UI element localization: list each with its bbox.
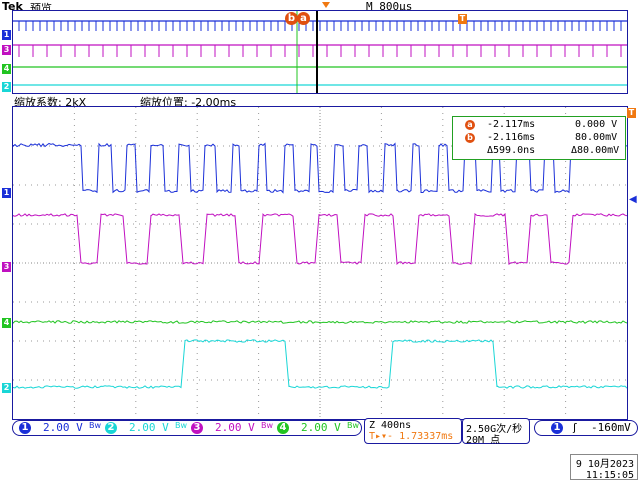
trigger-marker-icon[interactable]: T (458, 14, 467, 24)
cursor-b-value: 80.00mV (575, 132, 617, 143)
ch3-overview-tag: 3 (2, 45, 11, 55)
cursor-a-marker[interactable]: a (297, 12, 310, 25)
ch1-ground-tag[interactable]: 1 (2, 188, 11, 198)
time: 11:15:05 (571, 470, 637, 481)
date: 9 10月2023 (571, 455, 637, 470)
cursor-b-time: -2.116ms (487, 132, 535, 143)
ch2-bandwidth-icon: Bw (175, 421, 187, 430)
trigger-position-marker[interactable] (322, 2, 330, 8)
overview-waveforms (13, 11, 627, 93)
trigger-corner-icon: T (627, 108, 636, 118)
trigger-slope-icon: ʃ (573, 421, 577, 434)
zoom-timebase: Z 400ns (369, 420, 411, 431)
ch4-ground-tag[interactable]: 4 (2, 318, 11, 328)
cursor-delta-time: Δ599.0ns (487, 145, 535, 156)
trigger-source-badge: 1 (551, 422, 563, 434)
cursor-b-icon: b (465, 133, 475, 143)
ch3-badge[interactable]: 3 (191, 422, 203, 434)
ch3-scale[interactable]: 2.00 V (215, 421, 255, 434)
ch1-bandwidth-icon: Bw (89, 421, 101, 430)
zoom-timebase-box[interactable]: Z 400ns T▸▾- 1.73337ms (364, 418, 462, 444)
acquisition-box[interactable]: 2.50G次/秒 20M 点 (462, 418, 530, 444)
cursor-delta-value: Δ80.00mV (571, 145, 619, 156)
ch2-overview-tag: 2 (2, 82, 11, 92)
overview-panel (12, 10, 628, 94)
ch1-badge[interactable]: 1 (19, 422, 31, 434)
ch4-waveform (13, 321, 627, 323)
ch4-scale[interactable]: 2.00 V (301, 421, 341, 434)
ch2-scale[interactable]: 2.00 V (129, 421, 169, 434)
record-length: 20M 点 (466, 431, 500, 446)
ch2-ground-tag[interactable]: 2 (2, 383, 11, 393)
cursor-readout: a -2.117ms 0.000 V b -2.116ms 80.00mV Δ5… (452, 116, 626, 160)
ch4-overview-tag: 4 (2, 64, 11, 74)
trigger-level-arrow-icon[interactable]: ◀ (629, 194, 637, 205)
ch4-badge[interactable]: 4 (277, 422, 289, 434)
cursor-a-time: -2.117ms (487, 119, 535, 130)
ch3-ground-tag[interactable]: 3 (2, 262, 11, 272)
trigger-setup[interactable]: 1 ʃ -160mV (534, 420, 638, 436)
ch1-overview-tag: 1 (2, 30, 11, 40)
ch1-scale[interactable]: 2.00 V (43, 421, 83, 434)
cursor-a-icon: a (465, 120, 475, 130)
ch3-bandwidth-icon: Bw (261, 421, 273, 430)
channel-scale-bar[interactable]: 1 2.00 V Bw 2 2.00 V Bw 3 2.00 V Bw 4 2.… (12, 420, 362, 436)
trigger-offset: T▸▾- 1.73337ms (369, 431, 453, 442)
cursor-a-value: 0.000 V (575, 119, 617, 130)
datetime-box: 9 10月2023 11:15:05 (570, 454, 638, 480)
ch2-badge[interactable]: 2 (105, 422, 117, 434)
ch4-bandwidth-icon: Bw (347, 421, 359, 430)
trigger-level: -160mV (591, 421, 631, 434)
